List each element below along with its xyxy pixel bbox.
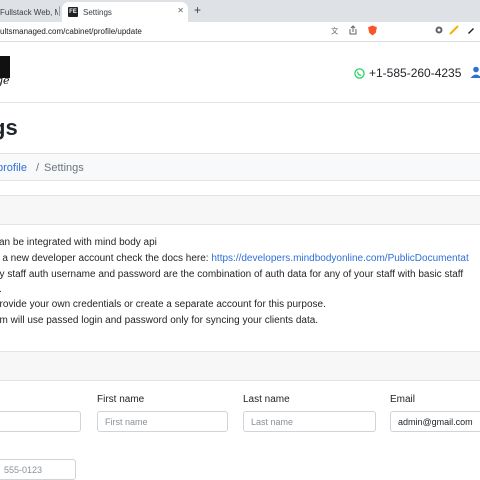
developer-docs-link[interactable]: https://developers.mindbodyonline.com/Pu… [211, 253, 468, 264]
new-tab-button[interactable]: + [194, 3, 201, 17]
email-input[interactable] [390, 411, 480, 432]
edit-icon[interactable] [465, 25, 477, 37]
tab-divider [59, 6, 60, 16]
info-line-2-text: e a new developer account check the docs… [0, 253, 212, 264]
email-label: Email [390, 394, 416, 405]
brave-shield-icon[interactable] [366, 25, 378, 37]
info-line-6: em will use passed login and password on… [0, 315, 319, 326]
info-line-2: e a new developer account check the docs… [0, 253, 469, 264]
phone-input[interactable] [0, 459, 76, 480]
translate-icon[interactable]: 文 [330, 25, 342, 37]
partial-input[interactable] [0, 411, 81, 432]
close-tab-icon[interactable]: ✕ [177, 6, 184, 15]
url-field[interactable]: ultsmanaged.com/cabinet/profile/update [0, 27, 142, 36]
svg-text:文: 文 [331, 26, 339, 35]
breadcrumb-profile-link[interactable]: profile [0, 162, 27, 174]
site-logo[interactable]: ge [0, 52, 44, 92]
first-name-label: First name [97, 394, 145, 405]
phone-number: +1-585-260-4235 [369, 66, 462, 80]
profile-form-card-header [0, 351, 480, 381]
header-phone[interactable]: +1-585-260-4235 [354, 66, 461, 80]
tab-title: Fullstack Web, Mo [0, 7, 58, 17]
tab-title: Settings [83, 7, 112, 17]
first-name-input[interactable] [97, 411, 228, 432]
last-name-label: Last name [243, 394, 290, 405]
address-bar: ultsmanaged.com/cabinet/profile/update 文 [0, 22, 480, 42]
site-favicon-icon: FE [68, 7, 78, 17]
last-name-input[interactable] [243, 411, 376, 432]
whatsapp-icon [354, 67, 365, 79]
page-title: gs [0, 115, 18, 140]
header-divider [0, 102, 480, 103]
mindbody-card-header [0, 195, 480, 225]
user-icon[interactable] [470, 66, 480, 78]
logo-script: ge [0, 74, 10, 87]
breadcrumb: profile / Settings [0, 153, 480, 181]
breadcrumb-current: Settings [44, 162, 84, 174]
breadcrumb-separator: / [36, 162, 40, 174]
info-line-5: provide your own credentials or create a… [0, 299, 326, 310]
bookmark-icon[interactable] [448, 25, 460, 37]
tab-settings[interactable]: FE Settings ✕ [62, 2, 188, 22]
browser-tab-bar: Fullstack Web, Mo FE Settings ✕ + [0, 0, 480, 22]
extensions-icon[interactable] [433, 25, 445, 37]
info-line-3: dy staff auth username and password are … [0, 269, 464, 280]
info-line-4: s. [0, 284, 2, 295]
tab-fullstack[interactable]: Fullstack Web, Mo [0, 2, 58, 22]
share-icon[interactable] [347, 25, 359, 37]
info-line-1: can be integrated with mind body api [0, 237, 157, 248]
